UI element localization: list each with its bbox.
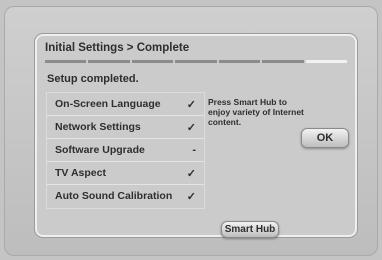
checklist-label: On-Screen Language [55, 98, 161, 110]
check-icon: ✓ [186, 191, 196, 203]
settings-checklist: On-Screen Language ✓ Network Settings ✓ … [46, 92, 205, 209]
smart-hub-info-text: Press Smart Hub to enjoy variety of Inte… [208, 97, 304, 127]
checklist-label: TV Aspect [55, 167, 106, 179]
smart-hub-button[interactable]: Smart Hub [221, 221, 279, 238]
progress-step-7 [305, 60, 347, 63]
check-icon: ✓ [186, 122, 196, 134]
check-icon: ✓ [186, 168, 196, 180]
setup-status-text: Setup completed. [47, 73, 139, 85]
progress-step-4 [175, 60, 217, 63]
checklist-label: Network Settings [55, 121, 141, 133]
progress-step-6 [262, 60, 304, 63]
progress-step-3 [131, 60, 174, 63]
progress-step-2 [88, 60, 130, 63]
checklist-row-tv-aspect: TV Aspect ✓ [47, 162, 204, 185]
check-icon: ✓ [186, 99, 196, 111]
checklist-row-on-screen-language: On-Screen Language ✓ [47, 93, 204, 116]
checklist-row-software-upgrade: Software Upgrade - [47, 139, 204, 162]
setup-progress-bar [45, 60, 347, 63]
checklist-row-auto-sound-calibration: Auto Sound Calibration ✓ [47, 185, 204, 208]
progress-step-1 [45, 60, 87, 63]
checklist-label: Auto Sound Calibration [55, 190, 173, 202]
skipped-dash-icon: - [192, 144, 196, 156]
ok-button[interactable]: OK [301, 128, 349, 148]
initial-settings-dialog: Initial Settings > Complete Setup comple… [35, 34, 357, 238]
checklist-label: Software Upgrade [55, 144, 145, 156]
checklist-row-network-settings: Network Settings ✓ [47, 116, 204, 139]
progress-step-5 [218, 60, 261, 63]
dialog-title: Initial Settings > Complete [45, 42, 190, 54]
